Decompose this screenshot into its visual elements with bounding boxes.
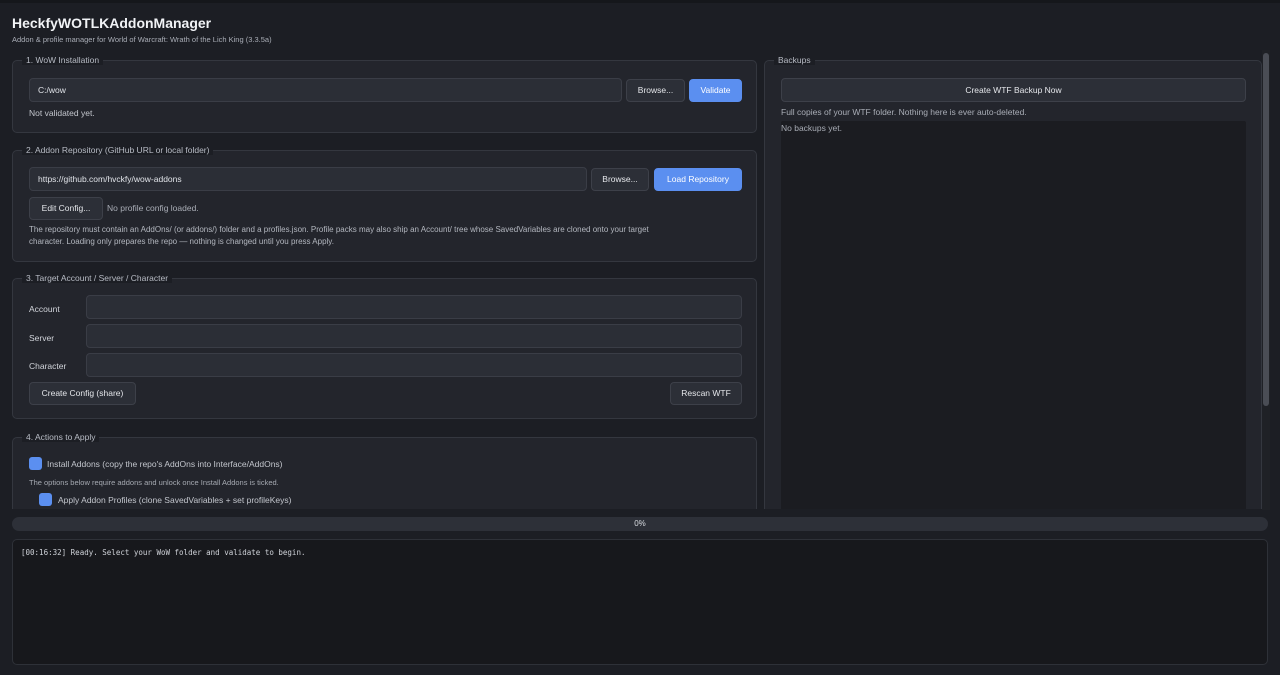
backups-group: Backups Create WTF Backup Now Full copie… [764,55,1262,515]
wow-installation-group: 1. WoW Installation C:/wow Browse... Val… [12,55,757,133]
addon-repository-group: 2. Addon Repository (GitHub URL or local… [12,145,757,262]
backups-list[interactable]: No backups yet. [781,121,1246,511]
character-select[interactable] [86,353,742,377]
backups-empty-text: No backups yet. [781,123,842,133]
apply-profiles-label[interactable]: Apply Addon Profiles (clone SavedVariabl… [58,495,291,505]
actions-note: The options below require addons and unl… [29,478,279,487]
window-top-strip [0,0,1280,3]
repo-help-line-1: The repository must contain an AddOns/ (… [29,225,649,234]
log-line: [00:16:32] Ready. Select your WoW folder… [21,548,306,557]
character-label: Character [29,361,67,371]
app-title: HeckfyWOTLKAddonManager [12,15,212,31]
actions-group: 4. Actions to Apply Install Addons (copy… [12,432,757,515]
actions-title: 4. Actions to Apply [22,432,100,442]
backups-clip-mask [760,509,1280,517]
validate-button[interactable]: Validate [689,79,742,102]
server-select[interactable] [86,324,742,348]
app-subtitle: Addon & profile manager for World of War… [12,35,272,44]
create-backup-button[interactable]: Create WTF Backup Now [781,78,1246,102]
server-label: Server [29,333,55,343]
wow-path-input[interactable]: C:/wow [29,78,622,102]
target-title: 3. Target Account / Server / Character [22,273,173,283]
install-addons-checkbox[interactable] [29,457,42,470]
repo-url-input[interactable]: https://github.com/hvckfy/wow-addons [29,167,587,191]
progress-label: 0% [634,519,646,528]
backups-description: Full copies of your WTF folder. Nothing … [781,107,1027,117]
create-config-button[interactable]: Create Config (share) [29,382,136,405]
wow-browse-button[interactable]: Browse... [626,79,685,102]
repo-browse-button[interactable]: Browse... [591,168,649,191]
backups-title: Backups [774,55,815,65]
apply-profiles-checkbox[interactable] [39,493,52,506]
wow-installation-title: 1. WoW Installation [22,55,104,65]
profile-config-status: No profile config loaded. [107,203,199,213]
log-output[interactable]: [00:16:32] Ready. Select your WoW folder… [12,539,1268,665]
main-scrollbar-thumb[interactable] [1263,53,1269,406]
load-repository-button[interactable]: Load Repository [654,168,742,191]
account-label: Account [29,304,60,314]
install-addons-label[interactable]: Install Addons (copy the repo's AddOns i… [47,459,283,469]
target-group: 3. Target Account / Server / Character A… [12,273,757,419]
account-select[interactable] [86,295,742,319]
addon-repository-title: 2. Addon Repository (GitHub URL or local… [22,145,214,155]
validation-status: Not validated yet. [29,108,95,118]
progress-bar: 0% [12,517,1268,531]
edit-config-button[interactable]: Edit Config... [29,197,103,220]
rescan-wtf-button[interactable]: Rescan WTF [670,382,742,405]
repo-help-line-2: character. Loading only prepares the rep… [29,237,334,246]
